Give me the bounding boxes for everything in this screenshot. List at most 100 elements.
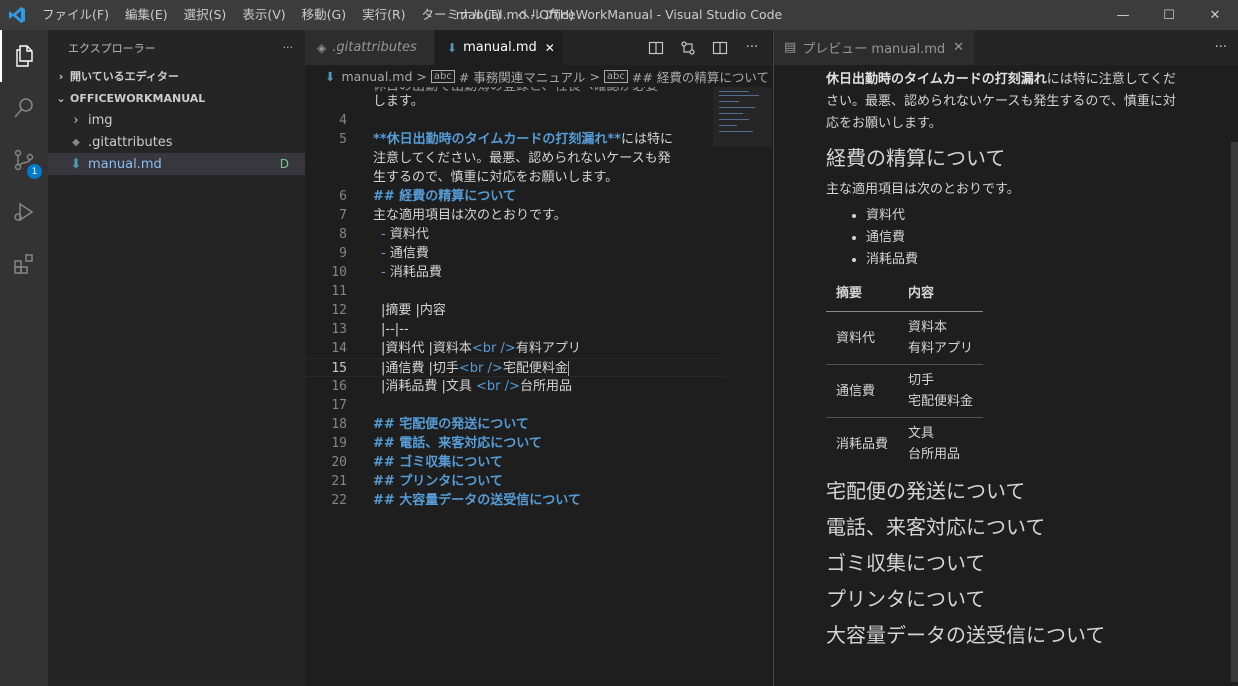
breadcrumb-h1[interactable]: # 事務関連マニュアル xyxy=(459,67,586,86)
open-editors-label: 開いているエディター xyxy=(70,70,179,83)
table-cell: 資料代 xyxy=(826,311,899,365)
run-debug-icon[interactable] xyxy=(0,186,48,238)
menu-run[interactable]: 実行(R) xyxy=(354,0,413,30)
line-number: 18 xyxy=(331,417,347,432)
code-text: |摘要 |内容 xyxy=(381,303,446,318)
more-actions-icon[interactable]: ··· xyxy=(740,36,764,60)
close-icon[interactable]: ✕ xyxy=(953,40,964,55)
tree-item-label: manual.md xyxy=(88,156,162,172)
menu-file[interactable]: ファイル(F) xyxy=(34,0,117,30)
table-cell: 文具 台所用品 xyxy=(898,418,983,471)
table-cell: 資料本 有料アプリ xyxy=(898,311,984,365)
compare-changes-icon[interactable] xyxy=(676,36,700,60)
breadcrumb: ⬇ manual.md > abc # 事務関連マニュアル > abc ## 経… xyxy=(305,65,772,87)
code-text: 通信費 xyxy=(389,246,429,261)
code-text: 生するので、慎重に対応をお願いします。 xyxy=(373,170,619,185)
preview-heading: プリンタについて xyxy=(826,587,986,611)
code-text: 主な適用項目は次のとおりです。 xyxy=(373,208,567,223)
menu-bar: ファイル(F) 編集(E) 選択(S) 表示(V) 移動(G) 実行(R) ター… xyxy=(34,0,582,30)
code-text: |--|-- xyxy=(381,322,409,337)
breadcrumb-separator: > xyxy=(416,68,427,84)
table-cell: 消耗品費 xyxy=(836,436,889,452)
cell-line: 宅配便料金 xyxy=(908,394,974,409)
explorer-icon[interactable] xyxy=(0,30,48,82)
markdown-file-icon: ⬇ xyxy=(325,68,336,84)
code-text: |通信費 |切手 xyxy=(381,361,459,376)
code-text: 宅配便料金 xyxy=(502,361,568,376)
code-text: 資料代 xyxy=(389,227,429,242)
preview-scrollbar[interactable] xyxy=(1231,142,1238,682)
source-control-icon[interactable]: 1 xyxy=(0,134,48,186)
markdown-preview: ▤ プレビュー manual.md ✕ ··· 休日出勤時のタイムカードの打刻漏… xyxy=(773,30,1238,686)
tree-item-manual-md[interactable]: ⬇ manual.md D xyxy=(48,153,305,175)
breadcrumb-file[interactable]: manual.md xyxy=(341,69,412,84)
tree-item-gitattributes[interactable]: ◆ .gitattributes xyxy=(48,131,305,153)
menu-edit[interactable]: 編集(E) xyxy=(117,0,176,30)
open-editors-section[interactable]: › 開いているエディター xyxy=(48,65,305,87)
symbol-string-icon: abc xyxy=(430,69,455,83)
maximize-button[interactable]: ☐ xyxy=(1146,0,1192,30)
extensions-icon[interactable] xyxy=(0,238,48,290)
tab-manual-md[interactable]: ⬇ manual.md ✕ xyxy=(435,30,563,65)
cell-line: 資料本 xyxy=(908,320,948,335)
code-text: には特に xyxy=(620,132,673,147)
preview-heading: 大容量データの送受信について xyxy=(826,623,1106,647)
table-cell: 切手 宅配便料金 xyxy=(898,364,984,418)
code-bold: **休日出勤時のタイムカードの打刻漏れ** xyxy=(373,132,621,147)
minimap[interactable] xyxy=(713,87,772,147)
close-icon[interactable]: ✕ xyxy=(545,41,555,55)
menu-terminal[interactable]: ターミナル(T) xyxy=(414,0,510,30)
code-tag: <br /> xyxy=(458,361,503,376)
search-icon[interactable] xyxy=(0,82,48,134)
breadcrumb-h2[interactable]: ## 経費の精算について xyxy=(632,67,769,86)
chevron-down-icon: ⌄ xyxy=(56,91,66,105)
more-actions-icon[interactable]: ··· xyxy=(283,41,294,54)
preview-paragraph: 主な適用項目は次のとおりです。 xyxy=(826,182,1020,197)
line-number: 4 xyxy=(339,113,347,128)
split-editor-icon[interactable] xyxy=(708,36,732,60)
activity-bar: 1 xyxy=(0,30,48,686)
preview-icon: ▤ xyxy=(784,40,797,55)
line-number: 12 xyxy=(331,303,347,318)
code-heading: ## 大容量データの送受信について xyxy=(373,493,581,508)
line-number: 22 xyxy=(331,493,347,508)
title-bar: ファイル(F) 編集(E) 選択(S) 表示(V) 移動(G) 実行(R) ター… xyxy=(0,0,1238,30)
tree-item-img[interactable]: › img xyxy=(48,109,305,131)
list-item: 資料代 xyxy=(866,205,1186,227)
preview-heading: 宅配便の発送について xyxy=(826,479,1026,503)
cell-line: 切手 xyxy=(908,373,935,388)
line-number: 15 xyxy=(331,361,347,376)
cell-line: 文具 xyxy=(908,426,935,441)
line-number: 9 xyxy=(339,246,347,261)
chevron-right-icon: › xyxy=(58,69,64,83)
tab-preview[interactable]: ▤ プレビュー manual.md ✕ xyxy=(774,30,975,65)
tab-label: プレビュー manual.md xyxy=(802,42,946,57)
cell-line: 有料アプリ xyxy=(908,341,974,356)
chevron-right-icon: › xyxy=(73,112,79,128)
menu-go[interactable]: 移動(G) xyxy=(294,0,354,30)
line-number: 7 xyxy=(339,208,347,223)
tab-gitattributes[interactable]: ◈ .gitattributes xyxy=(305,30,435,65)
menu-help[interactable]: ヘルプ(H) xyxy=(509,0,582,30)
minimize-button[interactable]: — xyxy=(1100,0,1146,30)
line-number: 10 xyxy=(331,265,347,280)
table-row: 資料代 資料本有料アプリ xyxy=(826,311,984,365)
preview-list: 資料代 通信費 消耗品費 xyxy=(826,205,1186,271)
project-section[interactable]: ⌄ OFFICEWORKMANUAL xyxy=(48,87,305,109)
menu-selection[interactable]: 選択(S) xyxy=(176,0,235,30)
code-heading: ## 電話、来客対応について xyxy=(373,436,542,451)
code-text: 消耗品費 xyxy=(389,265,442,280)
code-tag: <br /> xyxy=(471,341,516,356)
line-number: 16 xyxy=(331,379,347,394)
close-window-button[interactable]: ✕ xyxy=(1192,0,1238,30)
line-number: 14 xyxy=(331,341,347,356)
git-file-icon: ◈ xyxy=(317,40,327,55)
preview-heading: 電話、来客対応について xyxy=(826,515,1046,539)
list-dash: - xyxy=(381,227,386,242)
open-preview-icon[interactable] xyxy=(644,36,668,60)
table-row: 通信費 切手 宅配便料金 xyxy=(826,364,984,418)
git-decoration-badge: D xyxy=(279,157,289,171)
menu-view[interactable]: 表示(V) xyxy=(234,0,293,30)
more-actions-icon[interactable]: ··· xyxy=(1215,30,1227,65)
code-editor[interactable]: 休日の出勤で出勤簿の登録と、社長へ確認が必要 します。 4 5 **休日出勤時の… xyxy=(305,87,772,667)
